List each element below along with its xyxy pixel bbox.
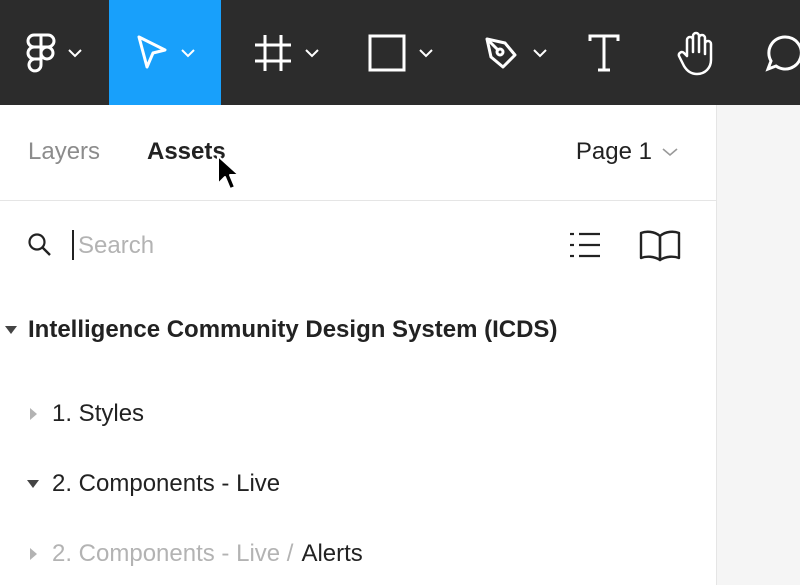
text-caret	[72, 230, 74, 260]
list-item-label: 2. Components - Live	[52, 470, 281, 497]
team-library-book-icon[interactable]	[638, 228, 682, 262]
tab-assets[interactable]: Assets	[147, 137, 226, 167]
chevron-down-icon	[533, 48, 547, 57]
rectangle-tool-button[interactable]	[350, 0, 450, 105]
list-view-icon[interactable]	[568, 228, 602, 262]
list-item-styles[interactable]: 1. Styles	[28, 399, 144, 429]
caret-down-icon	[27, 480, 39, 488]
frame-tool-button[interactable]	[236, 0, 336, 105]
list-item-alerts[interactable]: 2. Components - Live / Alerts	[28, 539, 363, 569]
frame-tool-icon	[255, 34, 291, 71]
move-tool-button[interactable]	[109, 0, 221, 105]
chevron-down-icon	[662, 148, 678, 157]
chevron-down-icon	[181, 48, 195, 57]
rectangle-tool-icon	[368, 34, 406, 71]
figma-logo-icon	[26, 33, 56, 72]
list-item-components-live[interactable]: 2. Components - Live	[26, 469, 280, 499]
library-header[interactable]: Intelligence Community Design System (IC…	[4, 315, 557, 345]
search-input[interactable]	[76, 226, 530, 266]
library-title: Intelligence Community Design System (IC…	[28, 316, 558, 343]
search-icon	[28, 233, 51, 256]
hand-tool-button[interactable]	[668, 0, 726, 105]
move-tool-icon	[137, 35, 167, 68]
chevron-down-icon	[68, 48, 82, 57]
comment-tool-icon	[765, 34, 800, 72]
chevron-down-icon	[305, 48, 319, 57]
list-item-label: 1. Styles	[52, 400, 145, 427]
text-tool-icon	[588, 34, 620, 71]
caret-down-icon	[5, 326, 17, 334]
page-selector[interactable]: Page 1	[576, 137, 678, 167]
hand-tool-icon	[677, 31, 713, 75]
breadcrumb-parent: 2. Components - Live /	[52, 540, 294, 567]
caret-right-icon	[30, 408, 37, 420]
caret-right-icon	[30, 548, 37, 560]
toolbar	[0, 0, 800, 105]
pen-tool-button[interactable]	[464, 0, 564, 105]
breadcrumb-current: Alerts	[301, 540, 363, 567]
page-selector-label: Page 1	[575, 138, 652, 165]
mouse-cursor-icon	[217, 155, 240, 190]
comment-tool-button[interactable]	[760, 0, 800, 105]
left-panel: Layers Assets Page 1	[0, 105, 717, 585]
text-tool-button[interactable]	[578, 0, 630, 105]
panel-tabs: Layers Assets Page 1	[0, 105, 716, 201]
canvas-area[interactable]	[717, 105, 800, 585]
main-menu-button[interactable]	[0, 0, 108, 105]
pen-tool-icon	[485, 37, 517, 68]
chevron-down-icon	[419, 48, 433, 57]
tab-layers[interactable]: Layers	[28, 137, 100, 167]
